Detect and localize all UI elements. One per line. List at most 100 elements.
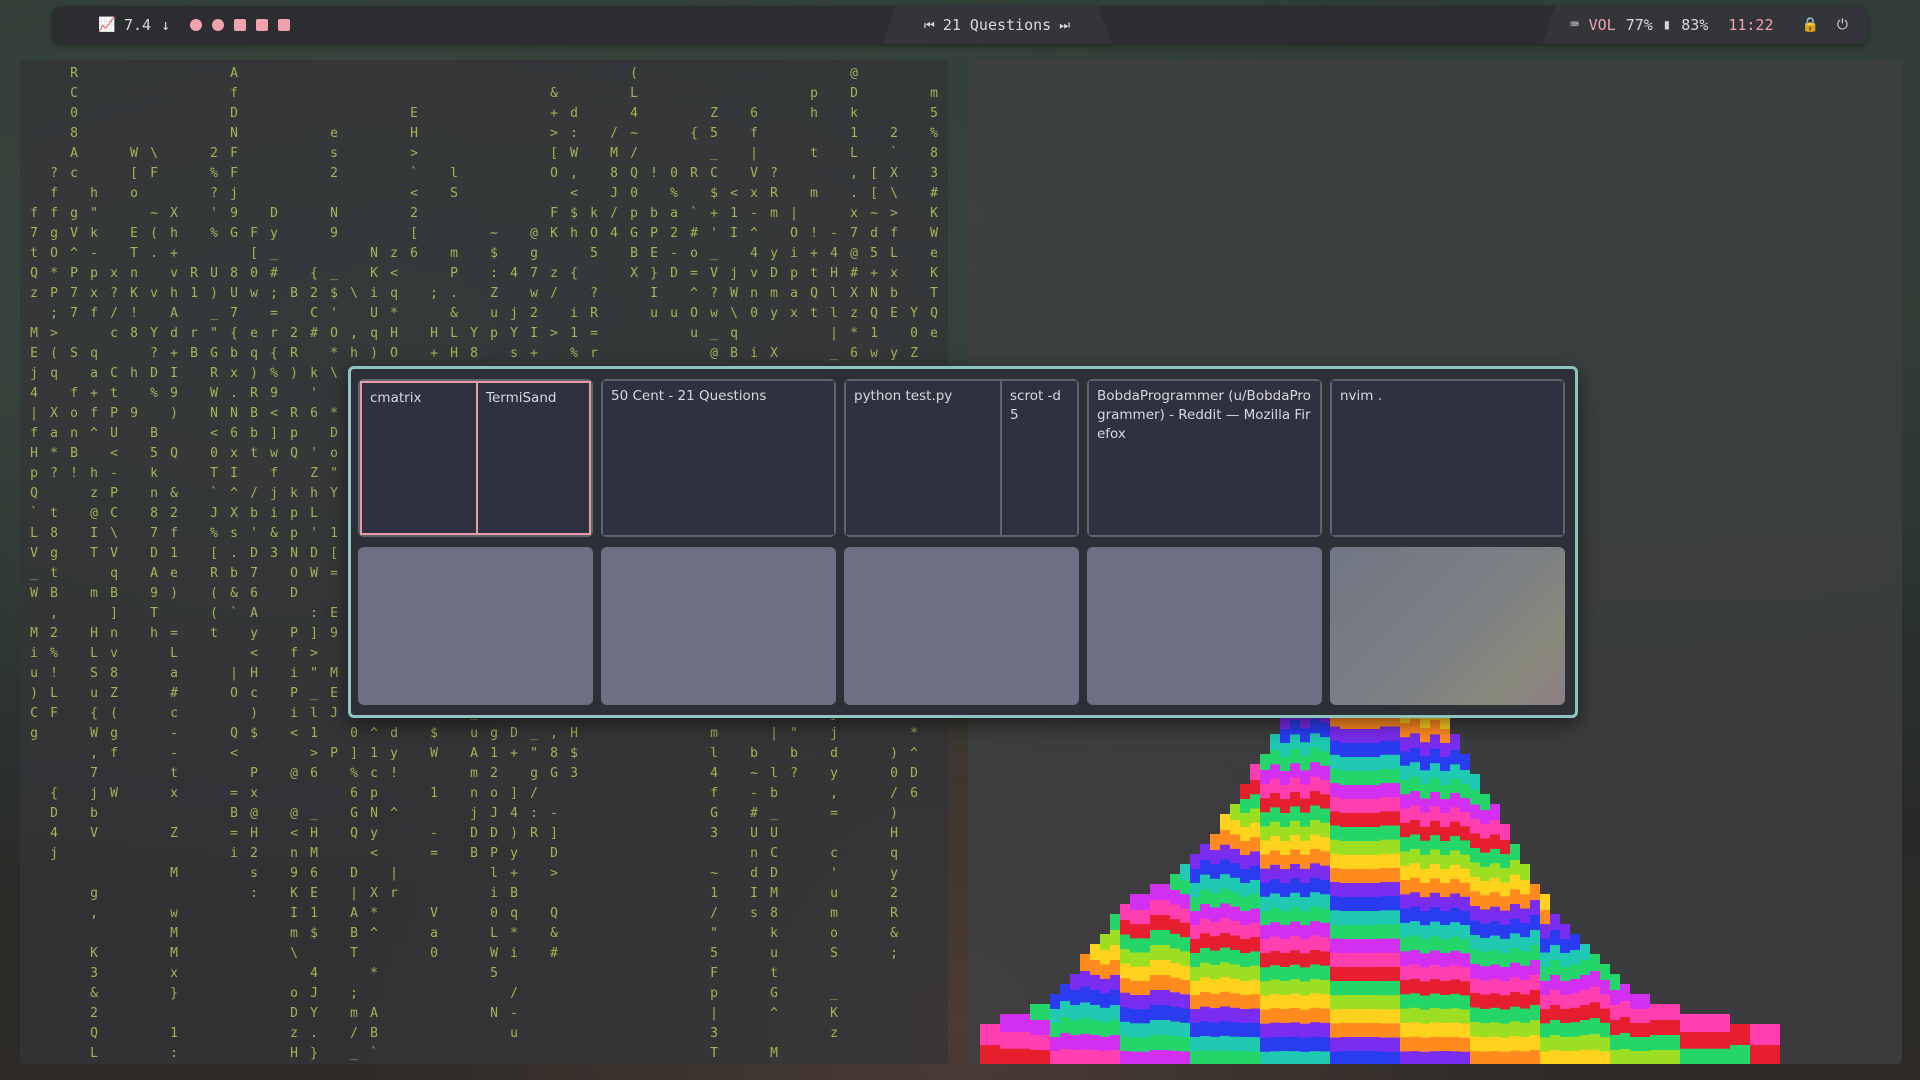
window-firefox[interactable]: BobdaProgrammer (u/BobdaProgrammer) - Re…: [1089, 381, 1320, 535]
window-title: scrot -d 5: [1010, 388, 1061, 423]
visualizer-bar: [1430, 891, 1440, 908]
visualizer-bar: [1420, 951, 1430, 968]
visualizer-bar: [1400, 906, 1410, 923]
workspace-4-preview[interactable]: BobdaProgrammer (u/BobdaProgrammer) - Re…: [1087, 379, 1322, 537]
visualizer-bar: [1090, 959, 1100, 975]
workspace-4-indicator[interactable]: [256, 19, 269, 31]
visualizer-bar: [1230, 1049, 1240, 1064]
visualizer-bar: [1230, 977, 1240, 994]
visualizer-bar: [1130, 922, 1140, 939]
matrix-column: { 2 C # k ' 6 ' Z h L ' D W : ] > " _ l …: [310, 266, 318, 1061]
window-cmatrix[interactable]: cmatrix: [360, 381, 478, 535]
matrix-column: B 2 R ) R p Q k p p N O D P f i P i < @ …: [290, 286, 298, 1061]
visualizer-bar: [1430, 963, 1440, 980]
visualizer-bar: [1450, 992, 1460, 1009]
visualizer-bar: [1480, 1035, 1490, 1052]
visualizer-bar: [1390, 922, 1400, 939]
visualizer-bar: [1500, 936, 1510, 953]
next-track-icon[interactable]: ⏭: [1059, 18, 1070, 33]
visualizer-bar: [1210, 1049, 1220, 1064]
visualizer-bar: [1460, 1035, 1470, 1052]
workspace-4-empty-preview[interactable]: [1087, 547, 1322, 705]
visualizer-bar: [1450, 1049, 1460, 1064]
visualizer-bar: [1130, 1021, 1140, 1038]
visualizer-bar: [1290, 862, 1300, 879]
visualizer-bar: [1120, 947, 1130, 964]
visualizer-bar: [1330, 809, 1340, 826]
window-nvim[interactable]: nvim .: [1332, 381, 1563, 535]
visualizer-bar: [1350, 798, 1360, 813]
visualizer-bar: [1170, 1034, 1180, 1051]
visualizer-bar: [1210, 920, 1220, 937]
workspace-1-preview[interactable]: cmatrix TermiSand: [358, 379, 593, 537]
workspace-5-indicator[interactable]: [278, 19, 291, 31]
visualizer-bar: [1530, 899, 1540, 915]
workspace-3-empty-preview[interactable]: [844, 547, 1079, 705]
workspace-3-preview[interactable]: python test.py scrot -d 5: [844, 379, 1079, 537]
window-music[interactable]: 50 Cent - 21 Questions: [603, 381, 834, 535]
workspace-2-empty-preview[interactable]: [601, 547, 836, 705]
visualizer-bar: [1250, 949, 1260, 966]
visualizer-bar: [1390, 979, 1400, 996]
visualizer-bar: [1560, 1050, 1570, 1064]
top-bar: 📈 7.4 ↓ ⏮ 21 Questions ⏭ ⌨ VOL 77% ▮ 83%…: [52, 6, 1868, 44]
visualizer-bar: [1080, 954, 1090, 971]
visualizer-bar: [1690, 1047, 1700, 1064]
visualizer-bar: [1510, 902, 1520, 919]
visualizer-bar: [1370, 868, 1380, 883]
visualizer-bar: [1510, 844, 1520, 860]
volume-label[interactable]: VOL: [1589, 16, 1616, 34]
lock-icon[interactable]: 🔒: [1801, 17, 1818, 33]
visualizer-bar: [1450, 1020, 1460, 1037]
power-icon[interactable]: ⏻: [1837, 17, 1848, 33]
visualizer-bar: [1010, 1030, 1020, 1049]
workspace-2-indicator[interactable]: [212, 19, 225, 31]
prev-track-icon[interactable]: ⏮: [924, 18, 935, 33]
workspace-3-indicator[interactable]: [234, 19, 247, 31]
visualizer-bar: [1560, 1036, 1570, 1051]
visualizer-bar: [1330, 922, 1340, 939]
visualizer-bar: [1120, 918, 1130, 935]
visualizer-bar: [1220, 1049, 1230, 1064]
visualizer-bar: [1210, 992, 1220, 1009]
window-python[interactable]: python test.py: [846, 381, 1002, 535]
visualizer-bar: [1290, 718, 1300, 735]
window-scrot[interactable]: scrot -d 5: [1002, 381, 1077, 535]
workspace-5-preview[interactable]: nvim .: [1330, 379, 1565, 537]
volume-value[interactable]: 77%: [1626, 16, 1653, 34]
visualizer-bar: [1140, 908, 1150, 925]
visualizer-bar: [1400, 792, 1410, 809]
visualizer-bar: [1160, 914, 1170, 930]
visualizer-bar: [1480, 950, 1490, 967]
visualizer-bar: [1430, 761, 1440, 778]
visualizer-bar: [1180, 935, 1190, 952]
visualizer-bar: [1420, 937, 1430, 954]
workspace-2-preview[interactable]: 50 Cent - 21 Questions: [601, 379, 836, 537]
visualizer-bar: [1340, 994, 1350, 1009]
workspace-5-empty-preview[interactable]: [1330, 547, 1565, 705]
visualizer-bar: [1320, 949, 1330, 966]
visualizer-bar: [1270, 992, 1280, 1009]
visualizer-bar: [1290, 747, 1300, 764]
visualizer-bar: [1430, 977, 1440, 994]
visualizer-bar: [1130, 1007, 1140, 1024]
visualizer-bar: [1140, 1035, 1150, 1052]
visualizer-bar: [1290, 920, 1300, 936]
window-termisand[interactable]: TermiSand: [476, 381, 591, 535]
visualizer-bar: [1590, 1032, 1600, 1050]
visualizer-bar: [1510, 1005, 1520, 1022]
workspace-1-empty-preview[interactable]: [358, 547, 593, 705]
visualizer-bar: [1180, 878, 1190, 895]
visualizer-bar: [1170, 990, 1180, 1007]
visualizer-bar: [1640, 1050, 1650, 1064]
workspace-1-indicator[interactable]: [190, 19, 203, 31]
visualizer-bar: [1070, 974, 1080, 990]
visualizer-bar: [1310, 775, 1320, 792]
visualizer-bar: [1140, 894, 1150, 910]
visualizer-bar: [1380, 880, 1390, 897]
visualizer-bar: [1350, 924, 1360, 939]
visualizer-bar: [1320, 835, 1330, 852]
visualizer-bar: [1100, 1035, 1110, 1052]
visualizer-bar: [1590, 1016, 1600, 1034]
visualizer-bar: [1420, 754, 1430, 771]
